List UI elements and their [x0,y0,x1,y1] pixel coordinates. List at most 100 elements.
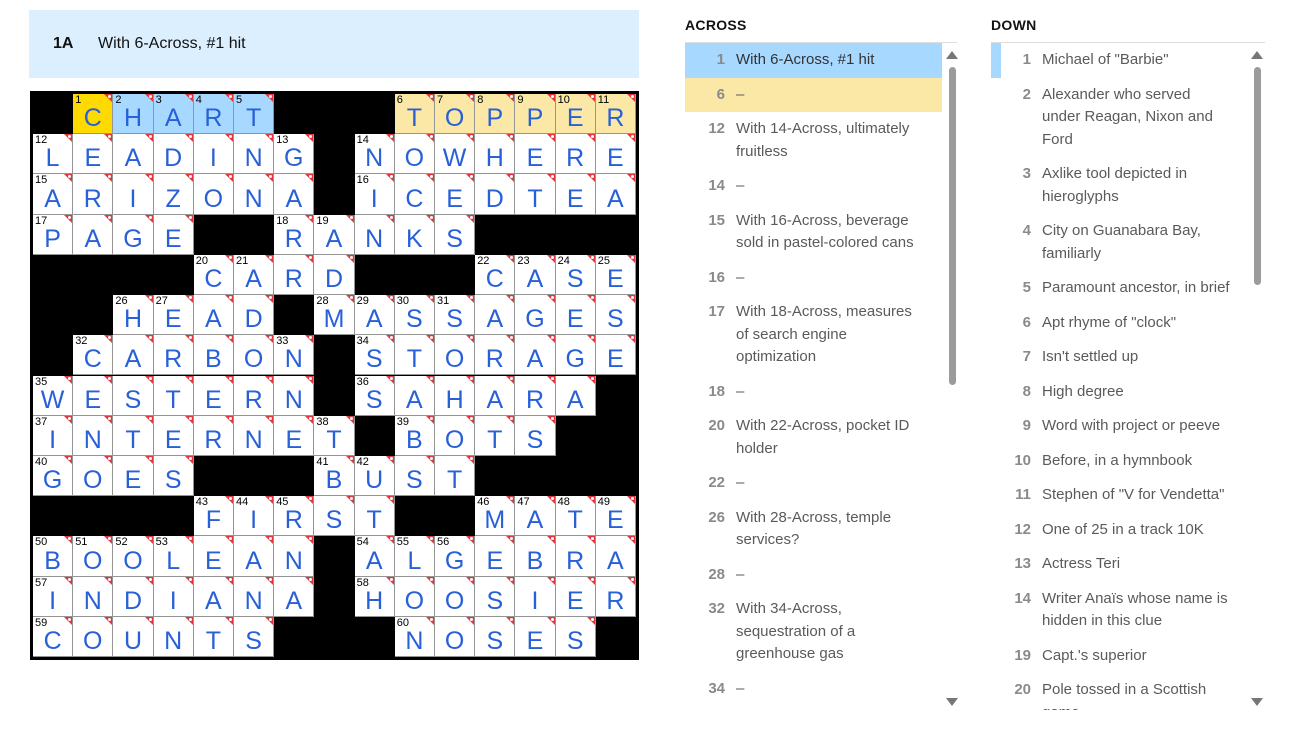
grid-cell[interactable]: 42 U [354,455,395,497]
grid-cell[interactable]: 7O [435,94,476,135]
grid-cell[interactable]: S [153,455,194,497]
grid-cell[interactable]: A [475,295,516,336]
grid-cell[interactable]: A [234,536,275,577]
down-clue-13[interactable]: 13 Actress Teri [991,547,1248,582]
grid-cell[interactable]: O [435,335,476,376]
across-clue-15[interactable]: 15 With 16-Across, beverage sold in paste… [685,204,942,261]
across-clue-35[interactable]: 35With 36-Across, sparsely populated Afr… [685,706,942,710]
grid-cell[interactable]: E [595,335,636,376]
grid-cell[interactable]: 59 C [33,616,74,657]
grid-cell[interactable]: E [555,576,596,617]
grid-cell[interactable]: E [113,455,154,497]
current-clue-bar[interactable]: 1A With 6-Across, #1 hit [29,10,639,78]
down-clue-2[interactable]: 2 Alexander who served under Reagan, Nixo… [991,78,1248,158]
grid-cell[interactable]: 12 L [33,134,74,175]
across-scrollbar[interactable] [944,45,960,712]
grid-cell[interactable]: N [73,576,114,617]
grid-cell[interactable]: 20 C [193,254,234,296]
grid-cell[interactable]: S [475,576,516,617]
down-clue-5[interactable]: 5 Paramount ancestor, in brief [991,271,1248,306]
grid-cell[interactable]: H [435,375,476,416]
grid-cell[interactable]: 58 H [354,576,395,617]
grid-cell[interactable]: N [234,174,275,215]
grid-cell[interactable]: R [73,174,114,215]
across-clue-16[interactable]: 16– [685,261,942,296]
grid-cell[interactable]: 52 O [113,536,154,577]
grid-cell[interactable]: 4R [193,94,234,135]
grid-cell[interactable]: A [73,214,114,255]
grid-cell[interactable]: 8P [475,94,516,135]
grid-cell[interactable]: D [475,174,516,215]
grid-cell[interactable]: T [153,375,194,416]
grid-cell[interactable]: T [354,496,395,537]
across-clue-26[interactable]: 26 With 28-Across, temple services? [685,501,942,558]
down-clue-7[interactable]: 7 Isn't settled up [991,340,1248,375]
grid-cell[interactable]: 35 W [33,375,74,416]
grid-cell[interactable]: 39 B [394,415,435,456]
grid-cell[interactable]: E [73,375,114,416]
grid-cell[interactable]: 2H [113,94,154,135]
grid-cell[interactable]: U [113,616,154,657]
grid-cell[interactable]: 45 R [274,496,315,537]
across-clue-17[interactable]: 17 With 18-Across, measures of search eng… [685,295,942,375]
down-scrollbar[interactable] [1249,45,1265,712]
across-clue-32[interactable]: 32 With 34-Across, sequestration of a gre… [685,592,942,672]
grid-cell[interactable]: O [73,616,114,657]
grid-cell[interactable]: A [193,576,234,617]
grid-cell[interactable]: 60 N [394,616,435,657]
grid-cell[interactable]: E [193,536,234,577]
grid-cell[interactable]: 51 O [73,536,114,577]
grid-cell[interactable]: N [234,576,275,617]
grid-cell[interactable]: 30 S [394,295,435,336]
grid-cell[interactable]: 29 A [354,295,395,336]
grid-cell[interactable]: I [113,174,154,215]
scroll-up-arrow-icon[interactable] [1251,51,1263,59]
grid-cell[interactable]: 49 E [595,496,636,537]
grid-cell[interactable]: A [595,174,636,215]
grid-cell[interactable]: 9P [515,94,556,135]
grid-cell[interactable]: A [595,536,636,577]
grid-cell[interactable]: A [274,174,315,215]
grid-cell[interactable]: O [394,576,435,617]
grid-cell[interactable]: 40 G [33,455,74,497]
grid-cell[interactable]: A [555,375,596,416]
grid-cell[interactable]: 38 T [314,415,355,456]
grid-cell[interactable]: S [314,496,355,537]
across-clue-6[interactable]: 6– [685,77,942,112]
grid-cell[interactable]: A [394,375,435,416]
grid-cell[interactable]: T [515,174,556,215]
grid-cell[interactable]: R [515,375,556,416]
down-clue-10[interactable]: 10 Before, in a hymnbook [991,444,1248,479]
across-clue-12[interactable]: 12 With 14-Across, ultimately fruitless [685,112,942,169]
grid-cell[interactable]: G [555,335,596,376]
grid-cell[interactable]: 37 I [33,415,74,456]
grid-cell[interactable]: T [394,335,435,376]
grid-cell[interactable]: R [595,576,636,617]
grid-cell[interactable]: T [435,455,476,497]
grid-cell[interactable]: D [234,295,275,336]
grid-cell[interactable]: G [113,214,154,255]
grid-cell[interactable]: A [113,335,154,376]
grid-cell[interactable]: A [193,295,234,336]
grid-cell[interactable]: W [435,134,476,175]
grid-cell[interactable]: 17 P [33,214,74,255]
grid-cell[interactable]: K [394,214,435,255]
grid-cell[interactable]: 1C [73,94,114,135]
grid-cell[interactable]: 56 G [435,536,476,577]
grid-cell[interactable]: E [73,134,114,175]
down-clue-8[interactable]: 8 High degree [991,375,1248,410]
down-clue-20[interactable]: 20 Pole tossed in a Scottish game [991,673,1248,710]
grid-cell[interactable]: Z [153,174,194,215]
scroll-down-arrow-icon[interactable] [1251,698,1263,706]
grid-cell[interactable]: O [435,616,476,657]
grid-cell[interactable]: N [234,134,275,175]
grid-cell[interactable]: 14 N [354,134,395,175]
grid-cell[interactable]: 25 E [595,254,636,296]
grid-cell[interactable]: 55 L [394,536,435,577]
grid-cell[interactable]: D [314,254,355,296]
down-clue-1[interactable]: 1 Michael of "Barbie" [991,43,1248,78]
grid-cell[interactable]: 15 A [33,174,74,215]
grid-cell[interactable]: N [354,214,395,255]
grid-cell[interactable]: S [394,455,435,497]
grid-cell[interactable]: 48 T [555,496,596,537]
